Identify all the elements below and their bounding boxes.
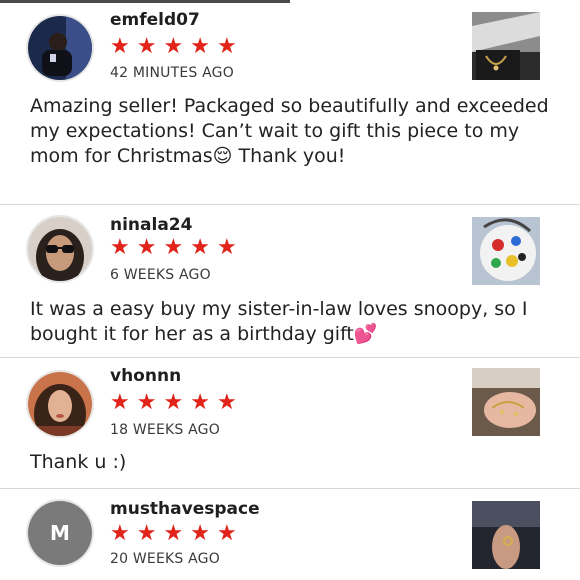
user-avatar[interactable] bbox=[28, 217, 92, 281]
review-item: ninala24 ★ ★ ★ ★ ★ 6 WEEKS AGO It was a … bbox=[0, 204, 580, 357]
star-icon: ★ bbox=[110, 34, 130, 59]
star-rating: ★ ★ ★ ★ ★ bbox=[110, 237, 237, 259]
review-item: M musthavespace ★ ★ ★ ★ ★ 20 WEEKS AGO bbox=[0, 488, 580, 580]
review-text: It was a easy buy my sister-in-law loves… bbox=[30, 298, 528, 345]
star-icon: ★ bbox=[136, 390, 157, 415]
star-icon: ★ bbox=[163, 34, 184, 59]
star-icon: ★ bbox=[216, 34, 237, 59]
star-icon: ★ bbox=[110, 390, 130, 415]
jewelry-in-hand-photo-icon bbox=[472, 368, 540, 436]
snoopy-bag-photo-icon bbox=[472, 217, 540, 285]
review-timestamp: 42 MINUTES AGO bbox=[110, 65, 234, 81]
star-icon: ★ bbox=[110, 521, 130, 546]
star-icon: ★ bbox=[163, 521, 184, 546]
reviewer-username[interactable]: musthavespace bbox=[110, 499, 260, 519]
star-icon: ★ bbox=[163, 390, 184, 415]
star-icon: ★ bbox=[136, 235, 157, 260]
star-rating: ★ ★ ★ ★ ★ bbox=[110, 392, 237, 414]
star-icon: ★ bbox=[136, 34, 157, 59]
user-avatar[interactable] bbox=[28, 16, 92, 80]
user-avatar[interactable]: M bbox=[28, 501, 92, 565]
review-photo-thumbnail[interactable] bbox=[472, 501, 540, 569]
ring-on-hand-photo-icon bbox=[472, 501, 540, 569]
star-icon: ★ bbox=[190, 390, 210, 415]
user-photo-avatar-icon bbox=[28, 217, 92, 281]
review-photo-thumbnail[interactable] bbox=[472, 217, 540, 285]
user-photo-avatar-icon bbox=[28, 16, 92, 80]
reviewer-username[interactable]: ninala24 bbox=[110, 215, 192, 235]
star-icon: ★ bbox=[216, 235, 237, 260]
review-item: vhonnn ★ ★ ★ ★ ★ 18 WEEKS AGO Thank u :) bbox=[0, 357, 580, 488]
star-icon: ★ bbox=[190, 521, 210, 546]
review-text: Thank u :) bbox=[30, 451, 127, 473]
star-icon: ★ bbox=[190, 235, 210, 260]
user-avatar[interactable] bbox=[28, 372, 92, 436]
star-rating: ★ ★ ★ ★ ★ bbox=[110, 36, 237, 58]
star-icon: ★ bbox=[216, 521, 237, 546]
star-icon: ★ bbox=[216, 390, 237, 415]
review-timestamp: 18 WEEKS AGO bbox=[110, 422, 220, 438]
reviewer-username[interactable]: vhonnn bbox=[110, 366, 181, 386]
review-photo-thumbnail[interactable] bbox=[472, 368, 540, 436]
review-item: emfeld07 ★ ★ ★ ★ ★ 42 MINUTES AGO Amazin… bbox=[0, 0, 580, 204]
star-icon: ★ bbox=[136, 521, 157, 546]
user-photo-avatar-icon bbox=[28, 372, 92, 436]
reviewer-username[interactable]: emfeld07 bbox=[110, 10, 200, 30]
review-photo-thumbnail[interactable] bbox=[472, 12, 540, 80]
review-timestamp: 20 WEEKS AGO bbox=[110, 551, 220, 567]
star-icon: ★ bbox=[163, 235, 184, 260]
star-rating: ★ ★ ★ ★ ★ bbox=[110, 523, 237, 545]
review-timestamp: 6 WEEKS AGO bbox=[110, 267, 211, 283]
star-icon: ★ bbox=[190, 34, 210, 59]
packaged-necklace-photo-icon bbox=[472, 12, 540, 80]
star-icon: ★ bbox=[110, 235, 130, 260]
review-text: Amazing seller! Packaged so beautifully … bbox=[30, 95, 549, 167]
